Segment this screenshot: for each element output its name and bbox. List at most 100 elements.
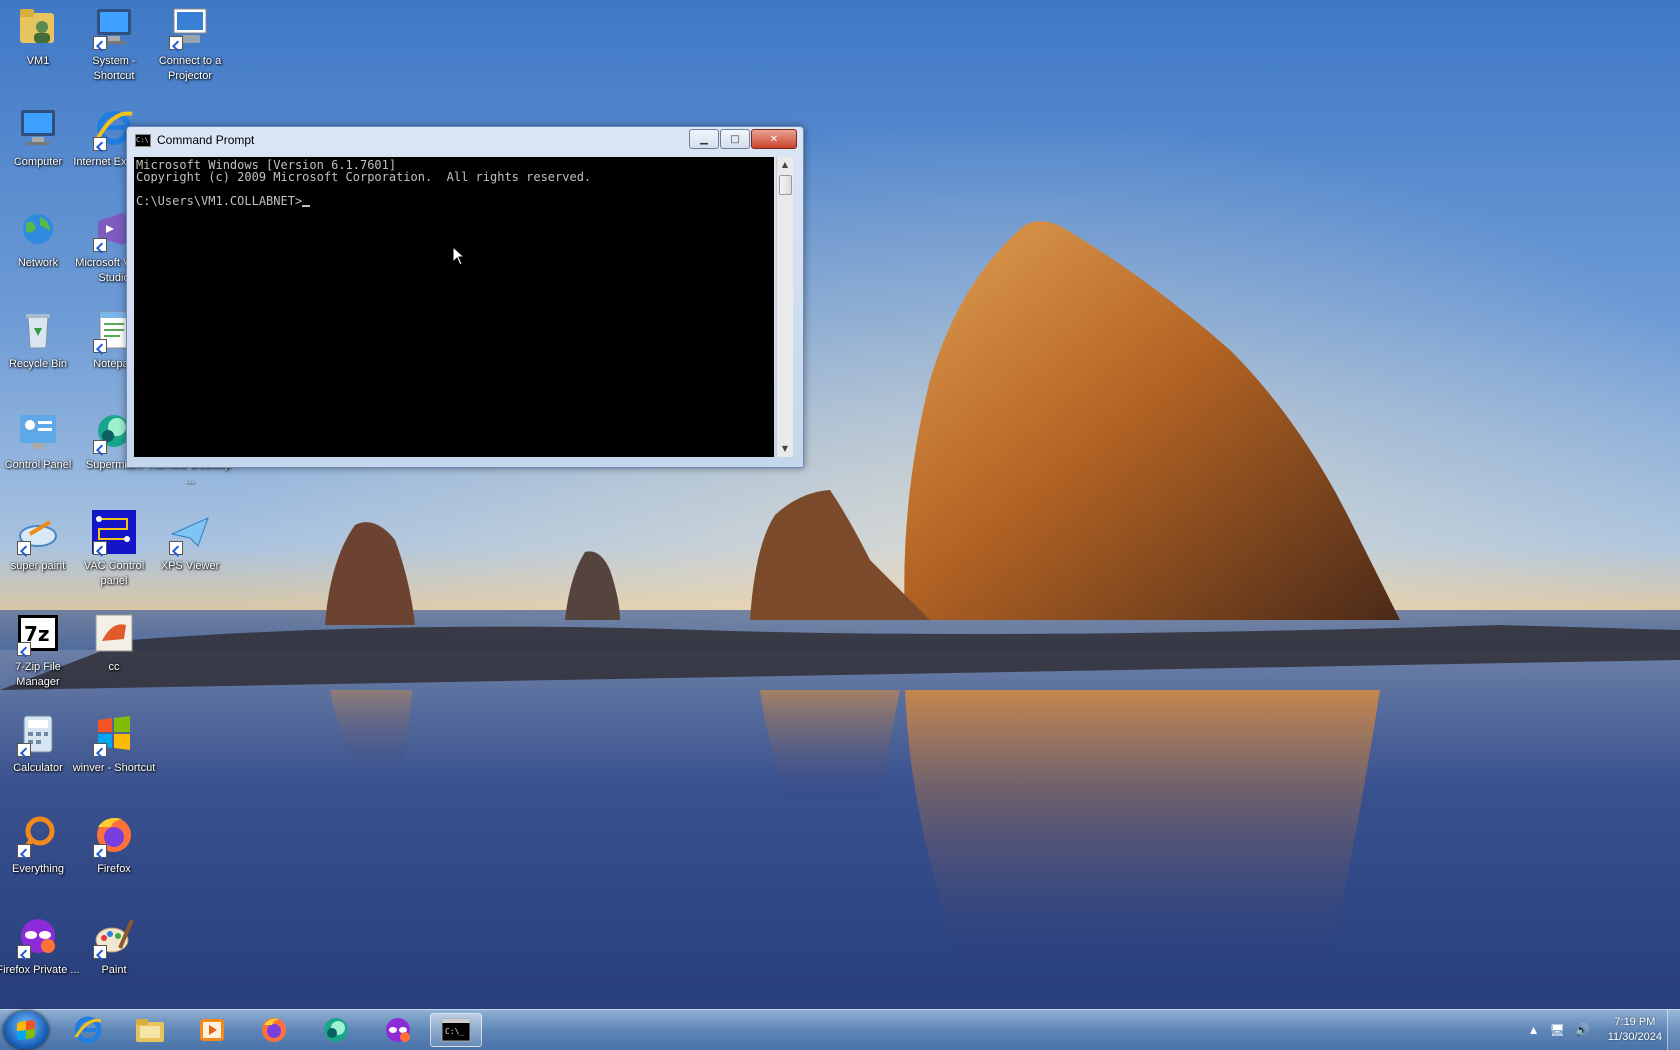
taskbar-firefox[interactable] bbox=[248, 1013, 300, 1047]
console-icon: C:\ bbox=[135, 133, 151, 147]
close-button[interactable]: ✕ bbox=[751, 129, 797, 149]
command-prompt-window[interactable]: C:\ Command Prompt ▁ □ ✕ Microsoft Windo… bbox=[126, 126, 804, 468]
show-desktop-button[interactable] bbox=[1667, 1010, 1680, 1050]
desktop-icon-cc[interactable]: cc bbox=[76, 610, 152, 700]
superpaint-icon bbox=[15, 509, 61, 555]
desktop-icon-winver[interactable]: winver - Shortcut bbox=[73, 711, 155, 801]
desktop-icon-computer[interactable]: Computer bbox=[0, 105, 76, 195]
taskbar-media-player[interactable] bbox=[186, 1013, 238, 1047]
mouse-pointer-icon bbox=[452, 246, 466, 266]
desktop-icon-label: 7-Zip File Manager bbox=[15, 661, 61, 688]
start-button[interactable] bbox=[4, 1011, 48, 1049]
everything-icon bbox=[15, 812, 61, 858]
shortcut-arrow-icon bbox=[17, 743, 31, 757]
desktop-icon-label: super paint bbox=[10, 560, 66, 572]
desktop-icon-system[interactable]: System - Shortcut bbox=[76, 4, 152, 94]
paint-icon bbox=[91, 913, 137, 959]
vac-icon bbox=[91, 509, 137, 555]
scroll-down-icon[interactable]: ▼ bbox=[777, 441, 793, 457]
firefox-private-icon bbox=[15, 913, 61, 959]
shortcut-arrow-icon bbox=[17, 642, 31, 656]
desktop-icon-label: cc bbox=[108, 661, 120, 673]
shortcut-arrow-icon bbox=[17, 541, 31, 555]
desktop-icon-label: Paint bbox=[101, 964, 127, 976]
shortcut-arrow-icon bbox=[93, 137, 107, 151]
supermium-icon bbox=[324, 1018, 348, 1042]
shortcut-arrow-icon bbox=[93, 440, 107, 454]
desktop-icon-control-panel[interactable]: Control Panel bbox=[0, 408, 76, 498]
desktop-icon-recycle[interactable]: Recycle Bin bbox=[0, 307, 76, 397]
taskbar-supermium[interactable] bbox=[310, 1013, 362, 1047]
desktop-icon-label: Control Panel bbox=[4, 459, 72, 471]
internet-explorer-icon bbox=[74, 1016, 102, 1044]
desktop-icon-firefox[interactable]: Firefox bbox=[76, 812, 152, 902]
shortcut-arrow-icon bbox=[93, 844, 107, 858]
desktop-icon-label: Calculator bbox=[13, 762, 63, 774]
shortcut-arrow-icon bbox=[93, 339, 107, 353]
desktop-icon-7zip[interactable]: 7z 7-Zip File Manager bbox=[0, 610, 76, 700]
scroll-up-icon[interactable]: ▲ bbox=[777, 157, 793, 173]
window-title: Command Prompt bbox=[157, 133, 255, 147]
taskbar-command-prompt[interactable]: C:\_ bbox=[430, 1013, 482, 1047]
desktop-icon-label: VAC Control panel bbox=[83, 560, 145, 587]
command-prompt-icon: C:\_ bbox=[441, 1018, 471, 1042]
console-prompt: C:\Users\VM1.COLLABNET> bbox=[136, 194, 303, 208]
shortcut-arrow-icon bbox=[93, 238, 107, 252]
desktop-icon-everything[interactable]: Everything bbox=[0, 812, 76, 902]
desktop-icon-label: winver - Shortcut bbox=[72, 762, 156, 774]
shortcut-arrow-icon bbox=[17, 945, 31, 959]
network-icon bbox=[15, 206, 61, 252]
show-hidden-icons-icon[interactable]: ▲ bbox=[1528, 1023, 1540, 1037]
taskbar-firefox-private[interactable] bbox=[372, 1013, 424, 1047]
firefox-icon bbox=[262, 1018, 286, 1042]
window-controls: ▁ □ ✕ bbox=[688, 129, 797, 149]
volume-icon[interactable]: 🔊 bbox=[1575, 1023, 1590, 1037]
console-output[interactable]: Microsoft Windows [Version 6.1.7601] Copy… bbox=[134, 157, 774, 457]
desktop-icon-firefox-private[interactable]: Firefox Private ... bbox=[0, 913, 80, 1003]
cc-icon bbox=[91, 610, 137, 656]
desktop-icon-label: Firefox bbox=[97, 863, 131, 875]
system-icon bbox=[91, 4, 137, 50]
recycle-icon bbox=[15, 307, 61, 353]
vertical-scrollbar[interactable]: ▲ ▼ bbox=[776, 157, 793, 457]
firefox-icon bbox=[91, 812, 137, 858]
desktop-icon-label: System - Shortcut bbox=[92, 55, 136, 82]
control-panel-icon bbox=[15, 408, 61, 454]
desktop-icon-label: VM1 bbox=[26, 55, 50, 67]
shortcut-arrow-icon bbox=[93, 541, 107, 555]
clock[interactable]: 7:19 PM 11/30/2024 bbox=[1608, 1015, 1662, 1045]
firefox-private-icon bbox=[386, 1018, 410, 1042]
svg-text:C:\_: C:\_ bbox=[445, 1027, 464, 1036]
desktop-icon-calculator[interactable]: Calculator bbox=[0, 711, 76, 801]
desktop-icon-label: Computer bbox=[13, 156, 63, 168]
maximize-button[interactable]: □ bbox=[720, 129, 750, 149]
desktop-icon-network[interactable]: Network bbox=[0, 206, 76, 296]
computer-icon bbox=[15, 105, 61, 151]
shortcut-arrow-icon bbox=[169, 36, 183, 50]
scroll-thumb[interactable] bbox=[779, 175, 792, 195]
desktop-icon-projector[interactable]: Connect to a Projector bbox=[152, 4, 228, 94]
console-line: Copyright (c) 2009 Microsoft Corporation… bbox=[136, 170, 592, 184]
shortcut-arrow-icon bbox=[93, 743, 107, 757]
console-prompt-line: C:\Users\VM1.COLLABNET> bbox=[136, 195, 774, 207]
projector-icon bbox=[167, 4, 213, 50]
clock-date: 11/30/2024 bbox=[1607, 1031, 1662, 1043]
xps-icon bbox=[167, 509, 213, 555]
desktop-icon-label: XPS Viewer bbox=[160, 560, 220, 572]
taskbar-file-explorer[interactable] bbox=[124, 1013, 176, 1047]
desktop-icon-superpaint[interactable]: super paint bbox=[0, 509, 76, 599]
network-icon[interactable]: 🖥 bbox=[1550, 1023, 1565, 1037]
media-player-icon bbox=[200, 1019, 224, 1041]
minimize-button[interactable]: ▁ bbox=[689, 129, 719, 149]
desktop-icon-label: Connect to a Projector bbox=[158, 55, 222, 82]
desktop-icon-vac[interactable]: VAC Control panel bbox=[76, 509, 152, 599]
desktop-icon-label: Network bbox=[17, 257, 59, 269]
desktop-icon-paint[interactable]: Paint bbox=[76, 913, 152, 1003]
desktop-icon-xps[interactable]: XPS Viewer bbox=[152, 509, 228, 599]
shortcut-arrow-icon bbox=[93, 945, 107, 959]
clock-time: 7:19 PM bbox=[1614, 1016, 1656, 1028]
taskbar-internet-explorer[interactable] bbox=[62, 1013, 114, 1047]
calculator-icon bbox=[15, 711, 61, 757]
shortcut-arrow-icon bbox=[169, 541, 183, 555]
desktop-icon-user-folder[interactable]: VM1 bbox=[0, 4, 76, 94]
